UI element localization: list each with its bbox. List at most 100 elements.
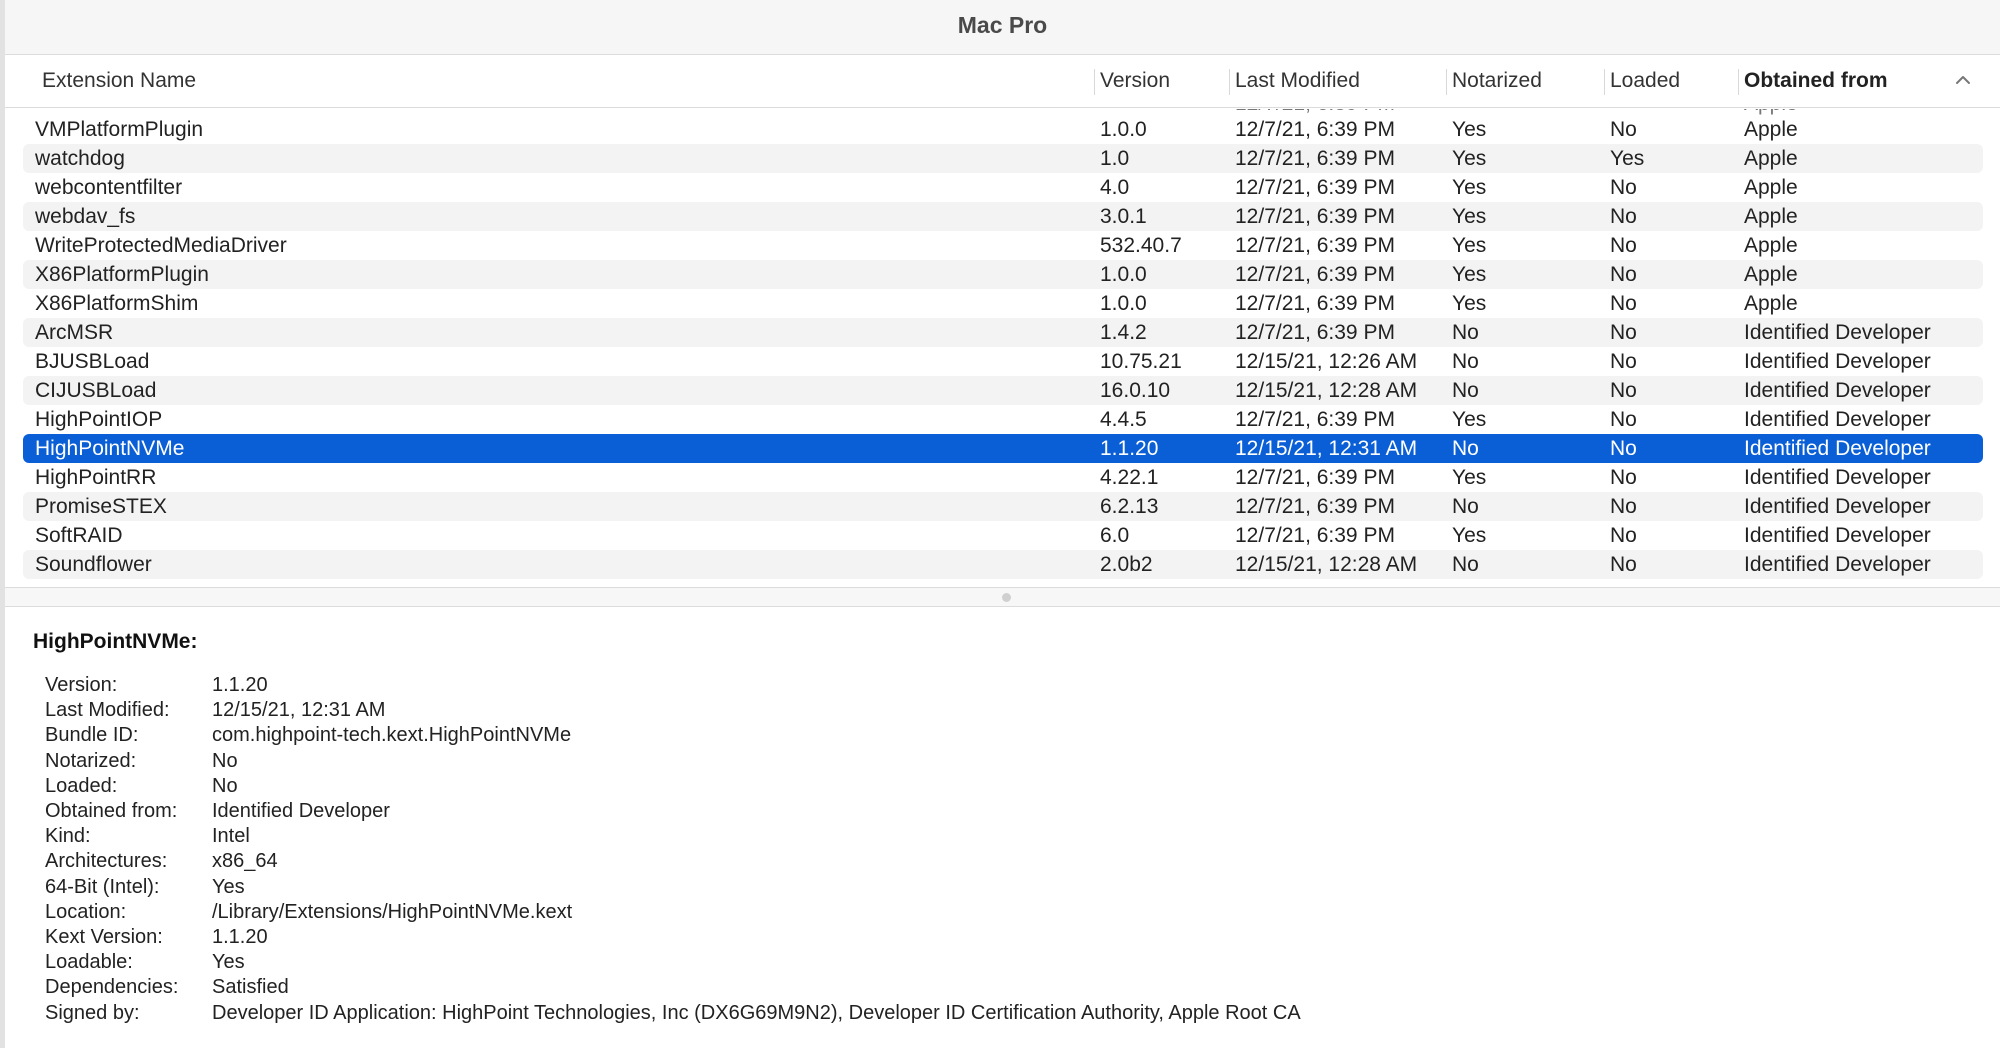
cell-notarized: No <box>1452 553 1479 576</box>
table-row[interactable]: HighPointIOP 4.4.5 12/7/21, 6:39 PM Yes No Id… <box>23 405 1983 434</box>
detail-label: Architectures: <box>45 850 168 873</box>
detail-value: Yes <box>212 951 245 974</box>
table-row[interactable]: PromiseSTEX 6.2.13 12/7/21, 6:39 PM No No Ide… <box>23 492 1983 521</box>
cell-obtained-from: Identified Developer <box>1744 350 1931 373</box>
table-row[interactable]: ArcMSR 1.4.2 12/7/21, 6:39 PM No No Identifie… <box>23 318 1983 347</box>
detail-label: Version: <box>45 674 118 696</box>
cell-obtained-from: Identified Developer <box>1744 553 1931 576</box>
cell-extension-name: CIJUSBLoad <box>35 379 157 402</box>
cell-extension-name: HighPointNVMe <box>35 437 185 460</box>
table-row[interactable]: VMPlatformPlugin 1.0.0 12/7/21, 6:39 PM Yes… <box>23 115 1983 144</box>
column-header-version[interactable]: Version <box>1093 56 1170 108</box>
table-row[interactable]: HighPointRR 4.22.1 12/7/21, 6:39 PM Yes No Id… <box>23 463 1983 492</box>
cell-loaded: No <box>1610 234 1637 257</box>
cell-last-modified: 12/15/21, 12:28 AM <box>1235 553 1418 576</box>
cell-notarized: No <box>1452 437 1479 460</box>
detail-value: No <box>212 774 238 797</box>
cell-version: 1.0.0 <box>1100 118 1147 141</box>
cell-last-modified: 12/7/21, 6:39 PM <box>1235 524 1395 547</box>
cell-loaded: No <box>1610 205 1637 228</box>
column-header-last-modified[interactable]: Last Modified <box>1229 56 1360 108</box>
cell-version: 4.0 <box>1100 176 1130 199</box>
details-heading: HighPointNVMe: <box>33 630 198 653</box>
table-header: Extension Name Version Last Modified Not… <box>5 56 2000 108</box>
cell-notarized: Yes <box>1452 408 1487 431</box>
column-header-obtained-from[interactable]: Obtained from <box>1738 56 1888 108</box>
cell-version: 6.2.13 <box>1100 495 1159 518</box>
cell-obtained-from: Apple <box>1744 205 1798 228</box>
cell-extension-name: webdav_fs <box>35 205 136 228</box>
cell-loaded: No <box>1610 553 1637 576</box>
cell-version: 10.75.21 <box>1100 350 1182 373</box>
detail-label: Signed by: <box>45 1001 140 1024</box>
cell-version: 532.40.7 <box>1100 234 1182 257</box>
cell-last-modified: 12/7/21, 6:39 PM <box>1235 118 1395 141</box>
cell-extension-name: X86PlatformShim <box>35 292 199 315</box>
detail-value: Satisfied <box>212 976 289 999</box>
detail-value: 1.1.20 <box>212 926 268 948</box>
cell-notarized: Yes <box>1452 466 1487 489</box>
cell-extension-name: VMPlatformPlugin <box>35 118 204 141</box>
table-row[interactable]: webcontentfilter 4.0 12/7/21, 6:39 PM Yes No… <box>23 173 1983 202</box>
extensions-table: 12/7/21, 6:39 PM Apple VMPlatformPlugin 1… <box>5 109 2000 587</box>
cell-last-modified: 12/15/21, 12:28 AM <box>1235 379 1418 402</box>
cell-version: 6.0 <box>1100 524 1130 547</box>
cell-last-modified: 12/7/21, 6:39 PM <box>1235 408 1395 431</box>
cell-obtained-from: Apple <box>1744 176 1798 199</box>
column-header-loaded[interactable]: Loaded <box>1603 56 1680 108</box>
table-row[interactable]: BJUSBLoad 10.75.21 12/15/21, 12:26 AM No No I… <box>23 347 1983 376</box>
detail-value: com.highpoint-tech.kext.HighPointNVMe <box>212 724 572 747</box>
cell-notarized: Yes <box>1452 176 1487 199</box>
cell-last-modified: 12/7/21, 6:39 PM <box>1235 495 1395 518</box>
cell-version: 3.0.1 <box>1100 205 1147 228</box>
table-row[interactable]: HighPointNVMe 1.1.20 12/15/21, 12:31 AM No N… <box>23 434 1983 463</box>
cell-version: 4.22.1 <box>1100 466 1159 489</box>
cell-last-modified: 12/15/21, 12:26 AM <box>1235 350 1418 373</box>
table-row[interactable]: webdav_fs 3.0.1 12/7/21, 6:39 PM Yes No Apple <box>23 202 1983 231</box>
table-row[interactable]: CIJUSBLoad 16.0.10 12/15/21, 12:28 AM No No I… <box>23 376 1983 405</box>
table-row[interactable]: X86PlatformShim 1.0.0 12/7/21, 6:39 PM Yes N… <box>23 289 1983 318</box>
cell-obtained-from: Identified Developer <box>1744 408 1931 431</box>
cell-last-modified: 12/7/21, 6:39 PM <box>1235 205 1395 228</box>
detail-label: Location: <box>45 900 127 923</box>
detail-label: Loadable: <box>45 951 133 974</box>
cell-extension-name: Soundflower <box>35 553 152 576</box>
cell-extension-name: PromiseSTEX <box>35 495 167 518</box>
cell-loaded: No <box>1610 408 1637 431</box>
cell-version: 1.0 <box>1100 147 1130 170</box>
detail-label: 64-Bit (Intel): <box>45 875 160 898</box>
table-row[interactable]: X86PlatformPlugin 1.0.0 12/7/21, 6:39 PM Ye… <box>23 260 1983 289</box>
cell-version: 1.1.20 <box>1100 437 1159 460</box>
cell-loaded: No <box>1610 292 1637 315</box>
detail-value: x86_64 <box>212 850 278 873</box>
splitter-handle-icon[interactable] <box>1002 593 1011 602</box>
detail-value: 12/15/21, 12:31 AM <box>212 699 386 722</box>
cell-loaded: No <box>1610 321 1637 344</box>
detail-label: Loaded: <box>45 774 118 797</box>
detail-label: Dependencies: <box>45 976 179 999</box>
detail-value: Yes <box>212 875 245 898</box>
column-header-extension-name[interactable]: Extension Name <box>42 56 196 108</box>
detail-label: Obtained from: <box>45 800 178 822</box>
detail-value: Developer ID Application: HighPoint Tech… <box>212 1001 1301 1024</box>
cell-extension-name: watchdog <box>35 147 125 170</box>
cell-extension-name: HighPointIOP <box>35 408 163 431</box>
split-view-divider[interactable] <box>5 587 2000 607</box>
cell-notarized: No <box>1452 350 1479 373</box>
cell-extension-name: WriteProtectedMediaDriver <box>35 234 287 257</box>
table-row[interactable]: WriteProtectedMediaDriver 532.40.7 12/7/21… <box>23 231 1983 260</box>
cell-version: 4.4.5 <box>1100 408 1147 431</box>
cell-obtained-from: Identified Developer <box>1744 437 1931 460</box>
detail-label: Kext Version: <box>45 926 163 948</box>
table-row[interactable]: watchdog 1.0 12/7/21, 6:39 PM Yes Yes Apple <box>23 144 1983 173</box>
cell-version: 1.4.2 <box>1100 321 1147 344</box>
cell-last-modified: 12/7/21, 6:39 PM <box>1235 466 1395 489</box>
table-row[interactable]: SoftRAID 6.0 12/7/21, 6:39 PM Yes No Identifi… <box>23 521 1983 550</box>
cell-extension-name: ArcMSR <box>35 321 114 344</box>
cell-extension-name: HighPointRR <box>35 466 157 489</box>
column-header-notarized[interactable]: Notarized <box>1446 56 1542 108</box>
chevron-up-icon[interactable] <box>1953 70 1973 90</box>
cell-obtained-from: Apple <box>1744 234 1798 257</box>
cell-loaded: No <box>1610 118 1637 141</box>
table-row[interactable]: Soundflower 2.0b2 12/15/21, 12:28 AM No No Id… <box>23 550 1983 579</box>
